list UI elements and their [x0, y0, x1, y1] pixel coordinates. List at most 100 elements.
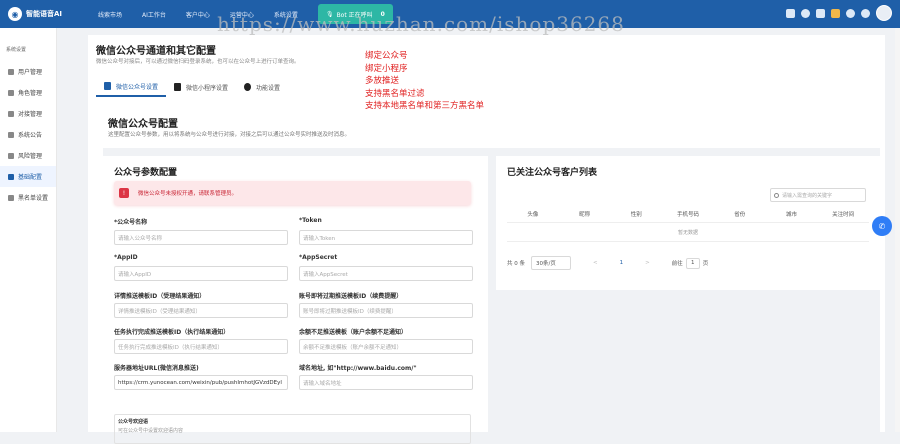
sidebar-item-risk[interactable]: 风险管理: [0, 145, 56, 166]
phone-icon: ✆: [878, 221, 886, 231]
domain-input[interactable]: 请输入域名地址: [299, 375, 473, 390]
tab-wechat-official[interactable]: 微信公众号设置: [96, 77, 167, 97]
lock-icon[interactable]: [816, 8, 825, 18]
goto-unit: 页: [702, 261, 709, 267]
section-title: 微信公众号配置: [108, 119, 178, 130]
globe-icon: [8, 152, 14, 159]
tab-label: 微信小程序设置: [186, 84, 229, 92]
page-size-select[interactable]: 30条/页: [531, 256, 571, 270]
nav-item-leads[interactable]: 线索市场: [88, 10, 132, 19]
empty-state: 暂无数据: [507, 222, 869, 242]
balance-template-input[interactable]: 余额不足推送模板（账户余额不足通知）: [299, 339, 473, 354]
phone-float-button[interactable]: ✆: [872, 216, 892, 236]
expiry-template-input[interactable]: 账号即将过期推送模板ID（续费提醒）: [299, 303, 473, 318]
total-count: 共 0 条: [507, 261, 525, 267]
sidebar-item-integration[interactable]: 对接管理: [0, 103, 56, 124]
col-city: 城市: [785, 212, 797, 218]
token-input[interactable]: 请输入Token: [299, 230, 473, 245]
search-icon: [774, 192, 779, 198]
nav-item-customers[interactable]: 客户中心: [176, 10, 220, 19]
book-icon: [104, 82, 111, 90]
feature-item: 绑定小程序: [365, 63, 408, 74]
goto-page-input[interactable]: 1: [685, 257, 700, 269]
alert-text: 微信公众号未授权开通，请联系管理员。: [138, 191, 238, 197]
server-url-input[interactable]: https://crm.yunocean.com/weixin/pub/push…: [114, 375, 288, 390]
avatar[interactable]: [876, 5, 892, 21]
main-panel: 微信公众号通道和其它配置 微信公众号对接后，可以通过微信扫码登录系统，也可以在公…: [88, 35, 885, 444]
label-token: *Token: [299, 217, 322, 224]
label-server-url: 服务器地址URL(微信消息推送): [114, 365, 199, 372]
bookmark-icon[interactable]: [831, 8, 840, 18]
watermark-text: https://www.huzhan.com/ishop36268: [217, 12, 625, 36]
appid-input[interactable]: 请输入AppID: [114, 266, 288, 281]
sidebar-item-label: 风险管理: [18, 153, 43, 160]
next-page-button[interactable]: >: [645, 260, 650, 266]
col-avatar: 头像: [527, 212, 539, 218]
unauthorized-alert: ! 微信公众号未授权开通，请联系管理员。: [114, 181, 471, 205]
sidebar: 系统设置 用户管理 角色管理 对接管理 系统公告 风险管理 基础配置 黑名单设置: [0, 28, 57, 432]
sidebar-item-basic-config[interactable]: 基础配置: [0, 166, 56, 187]
gear-icon[interactable]: [861, 8, 870, 18]
feature-list-overlay: 绑定公众号 绑定小程序 多放推送 支持黑名单过滤 支持本地黑名单和第三方黑名单: [365, 50, 484, 113]
sidebar-item-label: 用户管理: [18, 69, 43, 76]
params-card: 公众号参数配置 ! 微信公众号未授权开通，请联系管理员。 *公众号名称 请输入公…: [103, 156, 488, 444]
sidebar-item-label: 系统公告: [18, 132, 43, 139]
appsecret-input[interactable]: 请输入AppSecret: [299, 266, 473, 281]
goto-label: 前往: [671, 261, 683, 267]
nav-item-ai-workbench[interactable]: AI工作台: [132, 10, 176, 19]
sidebar-item-users[interactable]: 用户管理: [0, 61, 56, 82]
search-input[interactable]: 请输入需查询的关键字: [770, 188, 866, 202]
sidebar-item-label: 黑名单设置: [18, 195, 49, 202]
toolbar-icons: [786, 5, 892, 21]
search-placeholder: 请输入需查询的关键字: [782, 192, 833, 199]
pagination: 共 0 条 30条/页 < 1 > 前往 1 页: [507, 256, 708, 270]
col-phone: 手机号码: [677, 212, 700, 218]
feature-item: 支持黑名单过滤: [365, 88, 425, 99]
params-card-title: 公众号参数配置: [114, 168, 178, 178]
sidebar-title: 系统设置: [6, 47, 27, 53]
label-expiry-template: 账号即将过期推送模板ID（续费提醒）: [299, 293, 403, 300]
prev-page-button[interactable]: <: [593, 260, 598, 266]
label-balance-template: 余额不足推送模板（账户余额不足通知）: [299, 329, 408, 336]
col-nickname: 昵称: [579, 212, 591, 218]
feature-item: 多放推送: [365, 76, 400, 86]
megaphone-icon: [8, 131, 14, 138]
page-description: 微信公众号对接后，可以通过微信扫码登录系统，也可以在公众号上进行订单查询。: [96, 59, 300, 65]
followers-card: 已关注公众号客户列表 请输入需查询的关键字 头像 昵称 性别 手机号码 省份 城…: [496, 156, 880, 290]
robot-icon[interactable]: [786, 8, 795, 18]
sidebar-item-label: 对接管理: [18, 111, 43, 118]
section-description: 这里配置公众号参数，用以将系统与公众号进行对接，对接之后可以通过公众号实时推送及…: [108, 132, 351, 138]
alert-icon: !: [119, 188, 129, 198]
task-template-input[interactable]: 任务执行完成推送模板ID（执行结果通知）: [114, 339, 288, 354]
sidebar-item-blacklist[interactable]: 黑名单设置: [0, 187, 56, 208]
section-header-card: 微信公众号配置 这里配置公众号参数，用以将系统与公众号进行对接，对接之后可以通过…: [103, 105, 880, 148]
gear-icon: [8, 173, 14, 180]
scrollbar[interactable]: [895, 28, 900, 432]
account-name-input[interactable]: 请输入公众号名称: [114, 230, 288, 245]
logo-text: 智能语音AI: [26, 10, 63, 18]
tab-bar: 微信公众号设置 微信小程序设置 功能设置: [96, 77, 288, 97]
page-number[interactable]: 1: [620, 260, 624, 266]
welcome-message-box[interactable]: 公众号欢迎语 可在公众号中设置欢迎语内容: [114, 414, 471, 444]
detail-template-input[interactable]: 详情推送模板ID（受理结果通知）: [114, 303, 288, 318]
sidebar-item-announcements[interactable]: 系统公告: [0, 124, 56, 145]
label-account-name: *公众号名称: [114, 219, 148, 226]
gear-icon: [244, 83, 252, 91]
content-area: 微信公众号配置 这里配置公众号参数，用以将系统与公众号进行对接，对接之后可以通过…: [103, 105, 880, 444]
compass-icon[interactable]: [846, 8, 855, 18]
logo-icon: ◉: [8, 7, 22, 21]
logo[interactable]: ◉ 智能语音AI: [8, 7, 88, 21]
label-appsecret: *AppSecret: [299, 254, 338, 261]
col-province: 省份: [734, 212, 746, 218]
settings-icon[interactable]: [801, 8, 810, 18]
welcome-message-sub: 可在公众号中设置欢迎语内容: [118, 428, 184, 434]
list-icon: [8, 194, 14, 201]
tab-wechat-miniprogram[interactable]: 微信小程序设置: [166, 77, 236, 97]
col-follow-time: 关注时间: [832, 212, 855, 218]
plug-icon: [8, 110, 14, 117]
cylinder-icon: [174, 83, 182, 91]
tab-feature-settings[interactable]: 功能设置: [236, 77, 288, 97]
label-domain: 域名地址, 如"http://www.baidu.com/": [299, 365, 417, 372]
tab-label: 微信公众号设置: [116, 83, 159, 91]
sidebar-item-roles[interactable]: 角色管理: [0, 82, 56, 103]
